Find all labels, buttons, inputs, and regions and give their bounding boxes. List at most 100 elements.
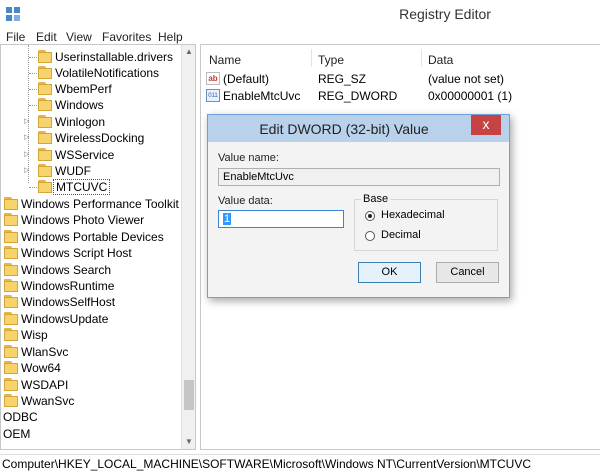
folder-icon [4,213,18,227]
folder-icon [4,328,18,342]
folder-icon [38,148,52,162]
folder-icon [38,50,52,64]
tree-item-label: WindowsUpdate [21,312,109,326]
folder-icon [38,131,52,145]
tree-item-label: WSService [55,148,115,162]
string-value-icon: ab [206,72,220,85]
tree-item-label: Windows Portable Devices [21,230,164,244]
tree-item-label: Wisp [21,328,48,342]
window-title: Registry Editor [399,6,491,22]
base-groupbox: Base Hexadecimal Decimal [354,193,498,251]
tree-guide-line [29,187,37,188]
edit-dword-dialog: Edit DWORD (32-bit) Value x Value name: … [207,114,510,298]
list-header: Name Type Data [201,45,600,67]
hexadecimal-label[interactable]: Hexadecimal [381,209,445,221]
column-header-type[interactable]: Type [318,53,344,67]
hexadecimal-radio[interactable] [365,211,375,221]
value-data-input[interactable]: 1 [218,210,344,228]
folder-icon [4,230,18,244]
decimal-radio[interactable] [365,231,375,241]
tree-item-label: ODBC [3,410,38,424]
tree-item-label: WSDAPI [21,378,69,392]
status-bar: Computer\HKEY_LOCAL_MACHINE\SOFTWARE\Mic… [0,454,600,472]
tree-item-label: Userinstallable.drivers [55,50,174,64]
tree-item-label: WwanSvc [21,394,75,408]
value-type: REG_SZ [318,72,367,86]
ok-button[interactable]: OK [358,262,421,283]
tree-item-label: Windows Performance Toolkit [21,197,179,211]
dialog-title: Edit DWORD (32-bit) Value [259,121,429,137]
folder-icon [38,180,52,194]
tree-item-label: Windows Search [21,263,112,277]
value-name-label: Value name: [218,152,279,164]
binary-value-icon: 011 [206,89,220,102]
expand-arrow-icon[interactable]: ▷ [24,134,32,142]
folder-icon [38,82,52,96]
tree-guide-line [29,89,37,90]
value-type: REG_DWORD [318,89,398,103]
cancel-button[interactable]: Cancel [436,262,499,283]
scroll-down-arrow-icon[interactable]: ▼ [185,437,193,446]
menu-favorites[interactable]: Favorites [102,30,151,44]
decimal-label[interactable]: Decimal [381,229,421,241]
menu-file[interactable]: File [6,30,25,44]
folder-icon [38,164,52,178]
folder-icon [4,263,18,277]
value-data: (value not set) [428,72,505,86]
folder-icon [4,394,18,408]
tree-item-label: Windows [55,98,104,112]
dialog-title-bar[interactable]: Edit DWORD (32-bit) Value x [208,115,509,142]
value-data-label: Value data: [218,195,273,207]
folder-icon [38,98,52,112]
tree-item-label: WindowsRuntime [21,279,115,293]
tree-item-label: VolatileNotifications [55,66,160,80]
folder-icon [38,115,52,129]
folder-icon [4,197,18,211]
tree-item-label: Wow64 [21,361,61,375]
base-label: Base [361,193,391,205]
dialog-close-button[interactable]: x [471,115,501,135]
folder-icon [4,361,18,375]
column-separator[interactable] [311,49,312,67]
list-row-enablemtcuvc[interactable]: 011 EnableMtcUvc REG_DWORD 0x00000001 (1… [201,88,600,104]
folder-icon [4,246,18,260]
tree-item-label: OEM [3,427,31,441]
tree-item-label: WindowsSelfHost [21,295,116,309]
tree-item-label: WirelessDocking [55,131,145,145]
tree-item-label: Windows Photo Viewer [21,213,145,227]
dialog-body: Value name: EnableMtcUvc Value data: 1 B… [208,142,509,297]
column-header-data[interactable]: Data [428,53,453,67]
menu-view[interactable]: View [66,30,92,44]
value-name-field: EnableMtcUvc [218,168,500,186]
key-tree-pane[interactable]: Userinstallable.drivers VolatileNotifica… [0,44,196,450]
menu-help[interactable]: Help [158,30,183,44]
column-separator[interactable] [421,49,422,67]
value-data: 0x00000001 (1) [428,89,513,103]
tree-item-label: Winlogon [55,115,106,129]
expand-arrow-icon[interactable]: ▷ [24,118,32,126]
scroll-up-arrow-icon[interactable]: ▲ [185,47,193,56]
column-header-name[interactable]: Name [209,53,241,67]
folder-icon [4,295,18,309]
status-path: Computer\HKEY_LOCAL_MACHINE\SOFTWARE\Mic… [2,457,532,471]
tree-guide-line [28,45,29,183]
expand-arrow-icon[interactable]: ▷ [24,167,32,175]
expand-arrow-icon[interactable]: ▷ [24,151,32,159]
scrollbar-thumb[interactable] [184,380,194,410]
tree-item-label: WlanSvc [21,345,69,359]
value-name: (Default) [223,72,270,86]
folder-icon [4,345,18,359]
tree-guide-line [29,57,37,58]
tree-item-label: WUDF [55,164,91,178]
title-bar: Registry Editor [0,0,600,28]
folder-icon [4,279,18,293]
value-name: EnableMtcUvc [223,89,301,103]
tree-vertical-scrollbar[interactable]: ▲ ▼ [181,45,195,449]
list-row-default[interactable]: ab (Default) REG_SZ (value not set) [201,71,600,87]
folder-icon [4,378,18,392]
tree-guide-line [29,73,37,74]
menu-edit[interactable]: Edit [36,30,57,44]
tree-item-label: Windows Script Host [21,246,132,260]
tree-guide-line [29,105,37,106]
value-data-text: 1 [223,213,232,225]
